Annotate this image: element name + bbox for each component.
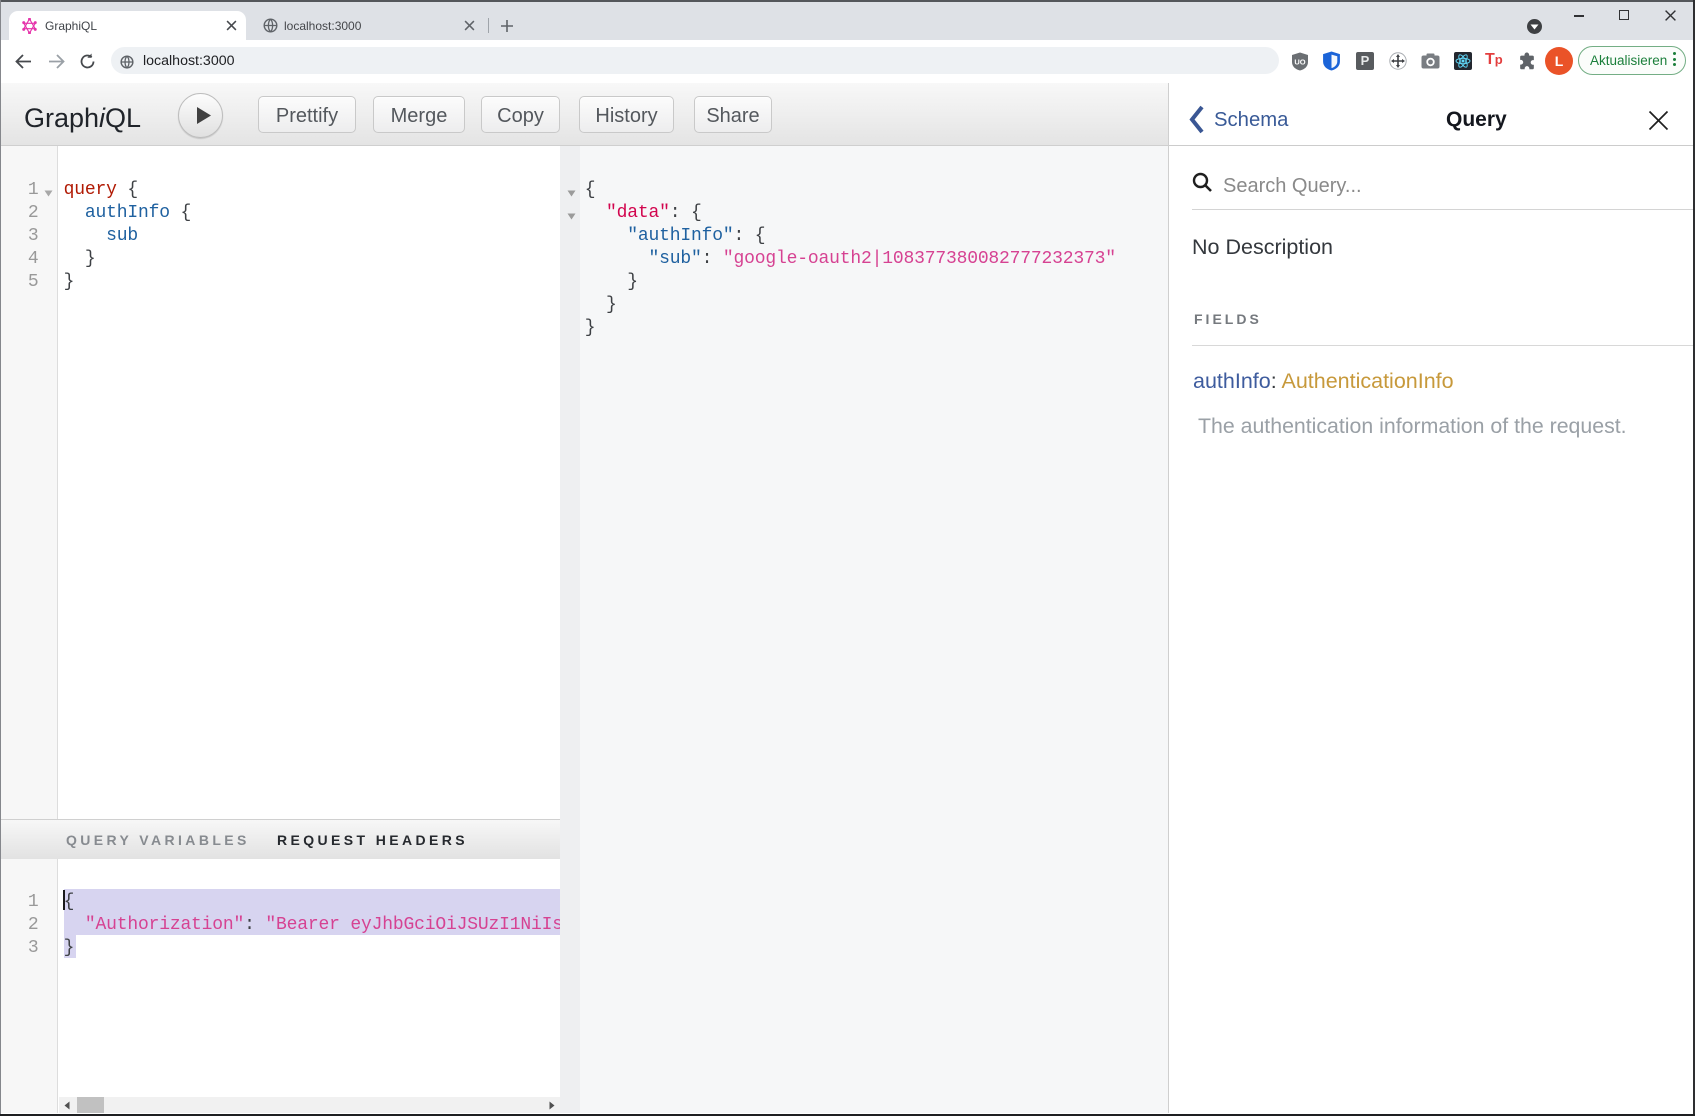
svg-text:UO: UO xyxy=(1294,58,1305,67)
